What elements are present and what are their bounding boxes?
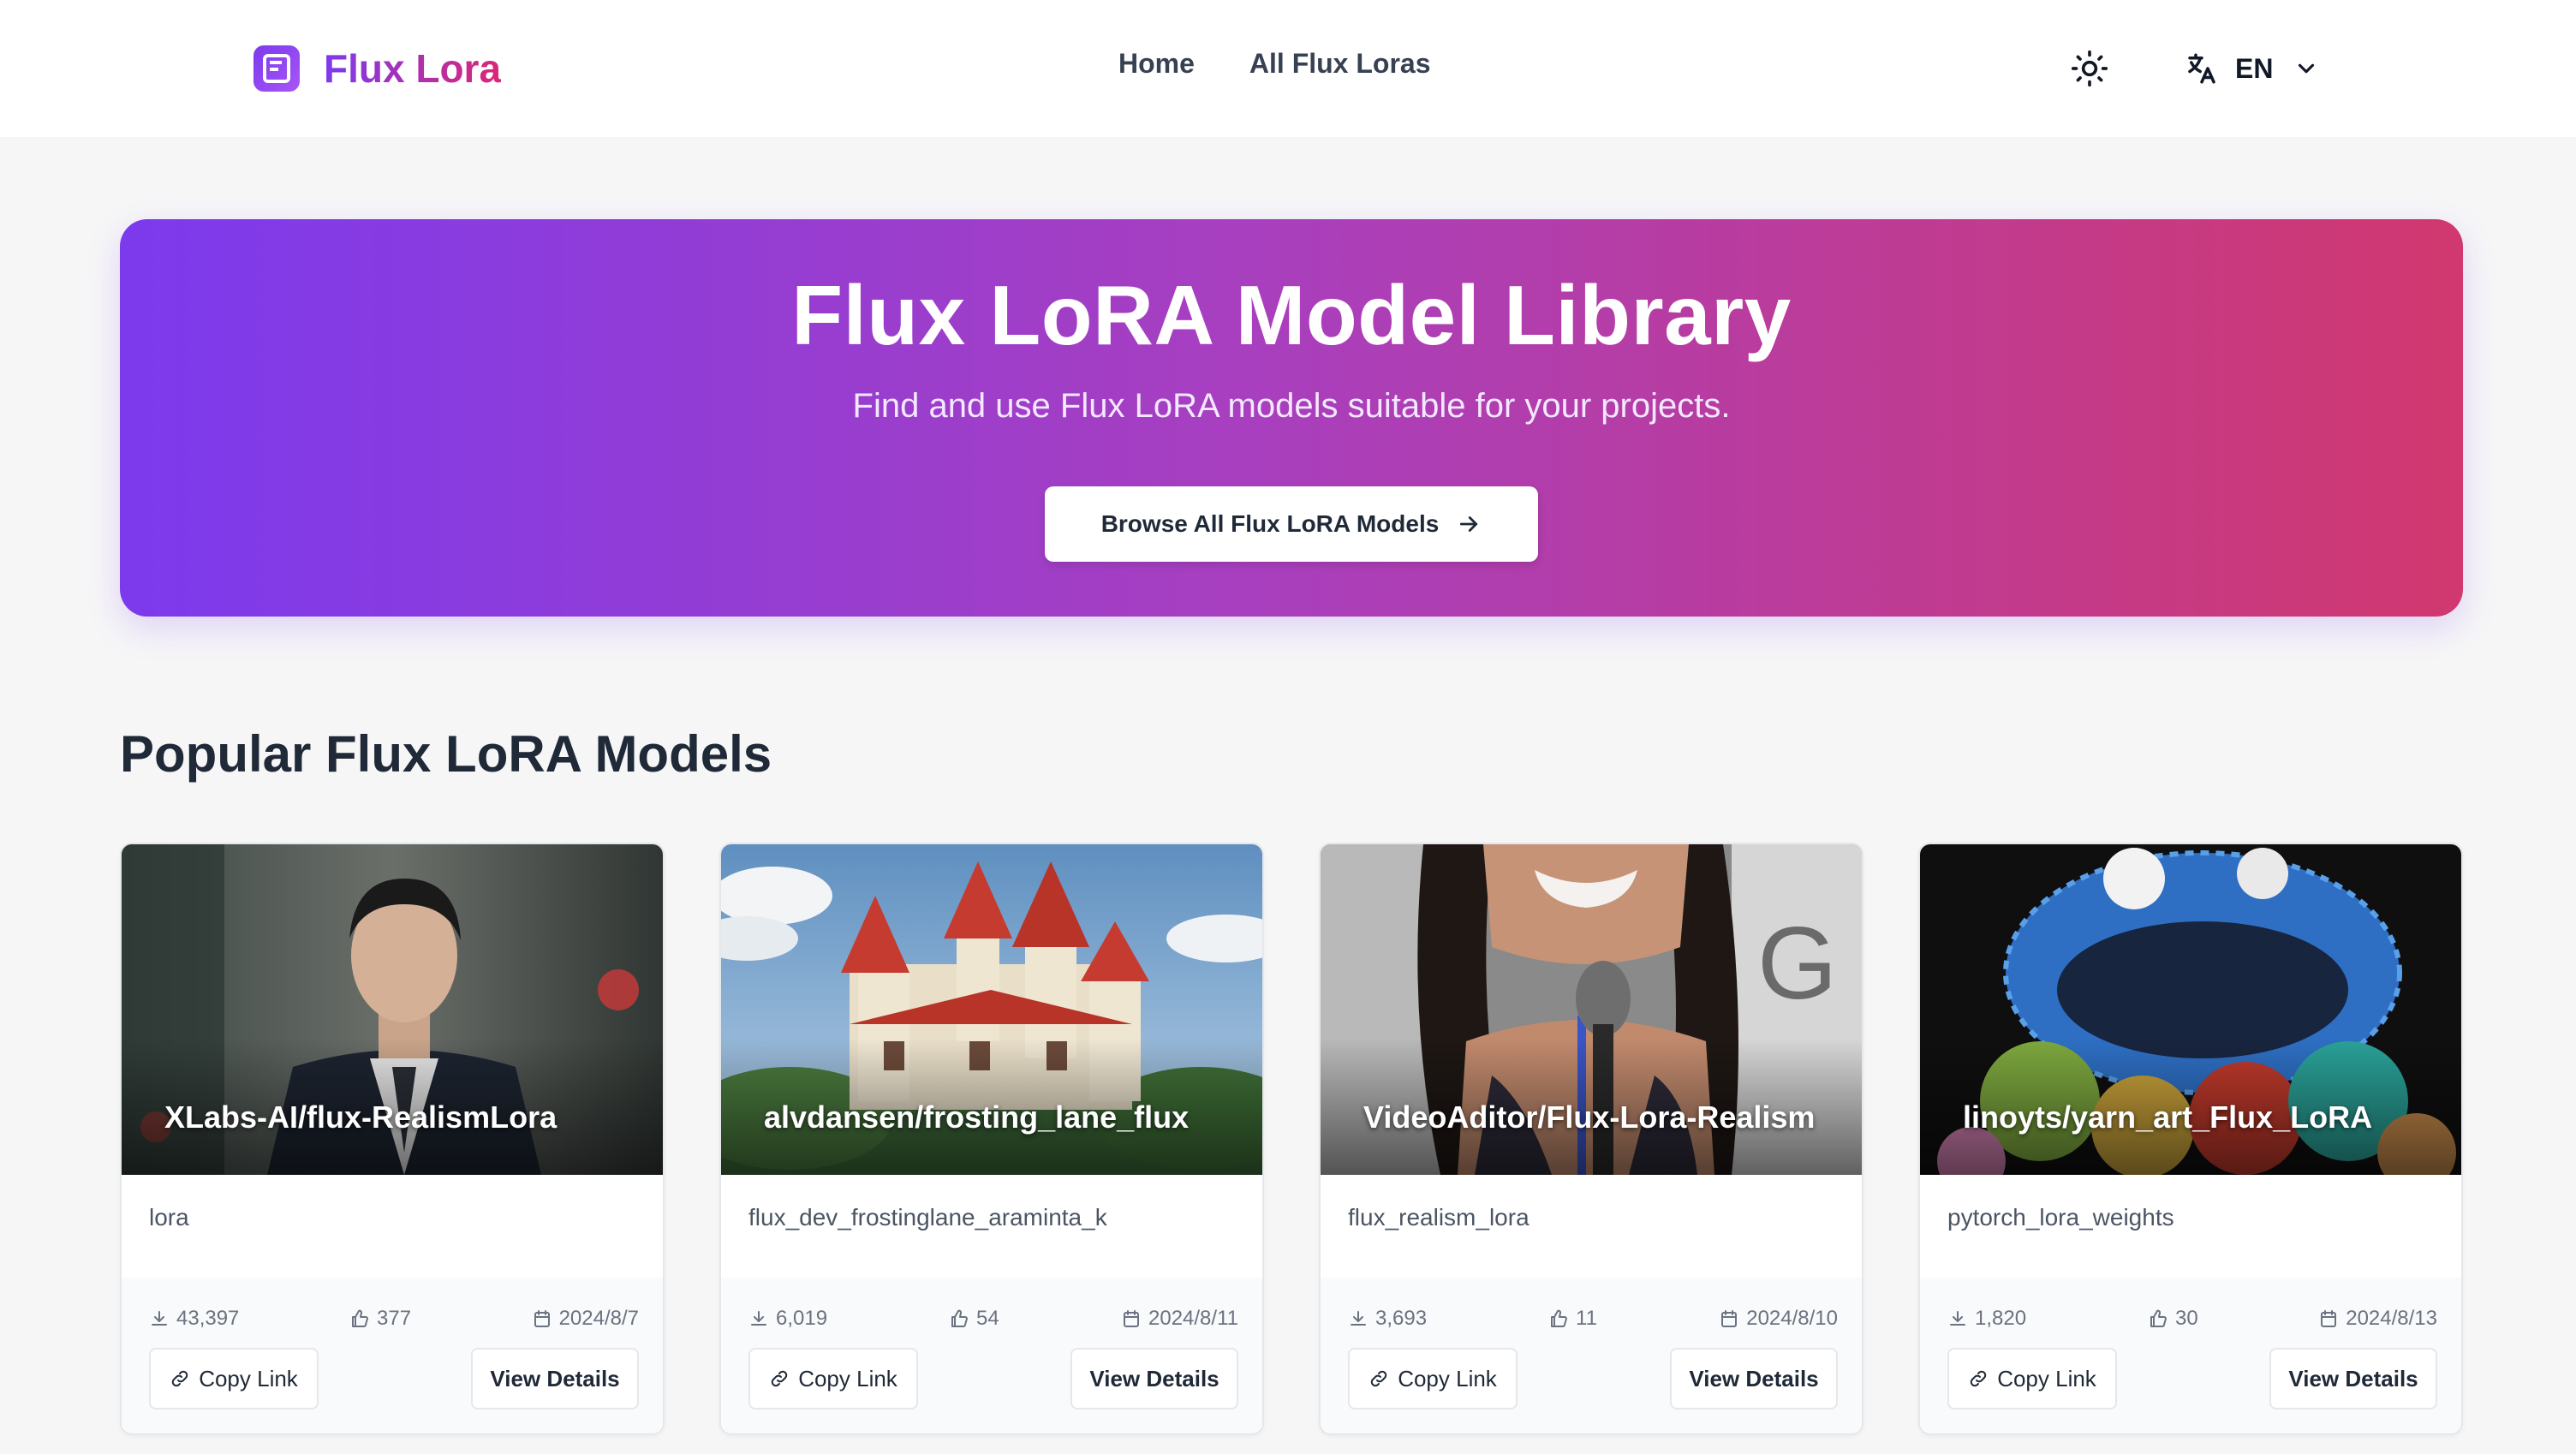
view-details-button[interactable]: View Details — [2269, 1348, 2437, 1409]
copy-link-button[interactable]: Copy Link — [149, 1348, 319, 1409]
section-title-popular: Popular Flux LoRA Models — [120, 725, 772, 783]
view-details-button[interactable]: View Details — [471, 1348, 639, 1409]
model-description: lora — [149, 1204, 189, 1231]
view-details-button[interactable]: View Details — [1070, 1348, 1238, 1409]
likes-count: 30 — [2175, 1307, 2198, 1330]
downloads-stat: 43,397 — [149, 1307, 239, 1331]
hero-title: Flux LoRA Model Library — [791, 268, 1792, 362]
brand-home-link[interactable]: Flux Lora — [253, 43, 501, 94]
model-card-footer: 3,693 11 2024/8/10 Copy Link View Detail… — [1321, 1278, 1862, 1433]
flux-logo-icon — [253, 45, 300, 92]
translate-icon — [2188, 53, 2215, 84]
link-icon — [171, 1370, 188, 1387]
copy-link-label: Copy Link — [798, 1365, 897, 1391]
browse-all-models-label: Browse All Flux LoRA Models — [1100, 510, 1440, 537]
calendar-icon — [2321, 1310, 2337, 1327]
model-title: linoyts/yarn_art_Flux_LoRA — [1963, 1099, 2373, 1135]
downloads-count: 1,820 — [1975, 1307, 2027, 1330]
downloads-stat: 1,820 — [1947, 1307, 2026, 1331]
sun-icon — [2071, 50, 2108, 87]
thumbs-up-icon — [352, 1309, 368, 1327]
nav-link-home[interactable]: Home — [1118, 48, 1195, 80]
likes-count: 11 — [1576, 1307, 1597, 1330]
language-select[interactable]: EN — [2184, 45, 2319, 92]
date-stat: 2024/8/7 — [532, 1307, 639, 1331]
model-card[interactable]: G VideoAditor/Flux-Lora-Realism flux_rea… — [1319, 843, 1863, 1435]
model-description: pytorch_lora_weights — [1947, 1204, 2174, 1231]
model-title: VideoAditor/Flux-Lora-Realism — [1363, 1099, 1816, 1135]
likes-stat: 54 — [949, 1307, 999, 1331]
thumbs-up-icon — [951, 1309, 968, 1327]
model-date: 2024/8/13 — [2346, 1307, 2437, 1330]
downloads-count: 3,693 — [1375, 1307, 1428, 1330]
browse-all-models-button[interactable]: Browse All Flux LoRA Models — [1045, 486, 1538, 562]
copy-link-label: Copy Link — [1398, 1365, 1497, 1391]
theme-toggle-button[interactable] — [2069, 48, 2110, 89]
copy-link-button[interactable]: Copy Link — [748, 1348, 918, 1409]
chevron-down-icon — [2299, 63, 2315, 74]
downloads-stat: 3,693 — [1348, 1307, 1427, 1331]
download-icon — [152, 1311, 167, 1326]
downloads-count: 43,397 — [176, 1307, 240, 1330]
model-preview-image: alvdansen/frosting_lane_flux — [721, 844, 1262, 1175]
arrow-right-icon — [1460, 516, 1478, 532]
model-card-footer: 43,397 377 2024/8/7 Copy Link View Detai… — [122, 1278, 663, 1433]
link-icon — [1370, 1370, 1387, 1387]
copy-link-button[interactable]: Copy Link — [1947, 1348, 2117, 1409]
date-stat: 2024/8/10 — [1719, 1307, 1838, 1331]
copy-link-label: Copy Link — [1997, 1365, 2096, 1391]
top-navbar: Flux Lora Home All Flux Loras EN — [0, 0, 2576, 137]
model-date: 2024/8/11 — [1148, 1307, 1238, 1330]
likes-stat: 11 — [1548, 1307, 1597, 1331]
main-nav: Home All Flux Loras — [1118, 48, 1431, 80]
model-card[interactable]: linoyts/yarn_art_Flux_LoRA pytorch_lora_… — [1918, 843, 2463, 1435]
calendar-icon — [1721, 1310, 1738, 1327]
downloads-count: 6,019 — [776, 1307, 828, 1330]
view-details-button[interactable]: View Details — [1670, 1348, 1838, 1409]
calendar-icon — [534, 1310, 550, 1327]
calendar-icon — [1124, 1310, 1139, 1327]
likes-count: 54 — [976, 1307, 999, 1330]
model-card-footer: 1,820 30 2024/8/13 Copy Link View Detail… — [1920, 1278, 2461, 1433]
model-card[interactable]: alvdansen/frosting_lane_flux flux_dev_fr… — [719, 843, 1264, 1435]
date-stat: 2024/8/13 — [2318, 1307, 2437, 1331]
download-icon — [751, 1311, 766, 1326]
date-stat: 2024/8/11 — [1121, 1307, 1238, 1331]
thumbs-up-icon — [1551, 1309, 1567, 1327]
model-preview-image: XLabs-AI/flux-RealismLora — [122, 844, 663, 1175]
nav-link-all-flux-loras[interactable]: All Flux Loras — [1249, 48, 1431, 80]
likes-count: 377 — [377, 1307, 412, 1330]
model-preview-image: G VideoAditor/Flux-Lora-Realism — [1321, 844, 1862, 1175]
link-icon — [771, 1370, 788, 1387]
model-card[interactable]: XLabs-AI/flux-RealismLora lora 43,397 37… — [120, 843, 665, 1435]
model-title: alvdansen/frosting_lane_flux — [764, 1099, 1190, 1135]
language-label: EN — [2235, 52, 2274, 84]
hero-banner: Flux LoRA Model Library Find and use Flu… — [120, 219, 2463, 617]
likes-stat: 30 — [2148, 1307, 2198, 1331]
model-preview-image: linoyts/yarn_art_Flux_LoRA — [1920, 844, 2461, 1175]
hero-subtitle: Find and use Flux LoRA models suitable f… — [852, 387, 1731, 425]
copy-link-label: Copy Link — [199, 1365, 298, 1391]
copy-link-button[interactable]: Copy Link — [1348, 1348, 1518, 1409]
model-card-footer: 6,019 54 2024/8/11 Copy Link View Detail… — [721, 1278, 1262, 1433]
brand-name: Flux Lora — [324, 46, 502, 91]
model-date: 2024/8/10 — [1746, 1307, 1838, 1330]
svg-text:G: G — [1757, 906, 1837, 1021]
model-description: flux_realism_lora — [1348, 1204, 1530, 1231]
thumbs-up-icon — [2150, 1309, 2167, 1327]
download-icon — [1351, 1311, 1366, 1326]
likes-stat: 377 — [349, 1307, 411, 1331]
downloads-stat: 6,019 — [748, 1307, 827, 1331]
download-icon — [1950, 1311, 1965, 1326]
model-description: flux_dev_frostinglane_araminta_k — [748, 1204, 1107, 1231]
model-card-grid: XLabs-AI/flux-RealismLora lora 43,397 37… — [120, 843, 2463, 1454]
link-icon — [1970, 1370, 1987, 1387]
model-title: XLabs-AI/flux-RealismLora — [164, 1099, 558, 1135]
model-date: 2024/8/7 — [558, 1307, 639, 1330]
